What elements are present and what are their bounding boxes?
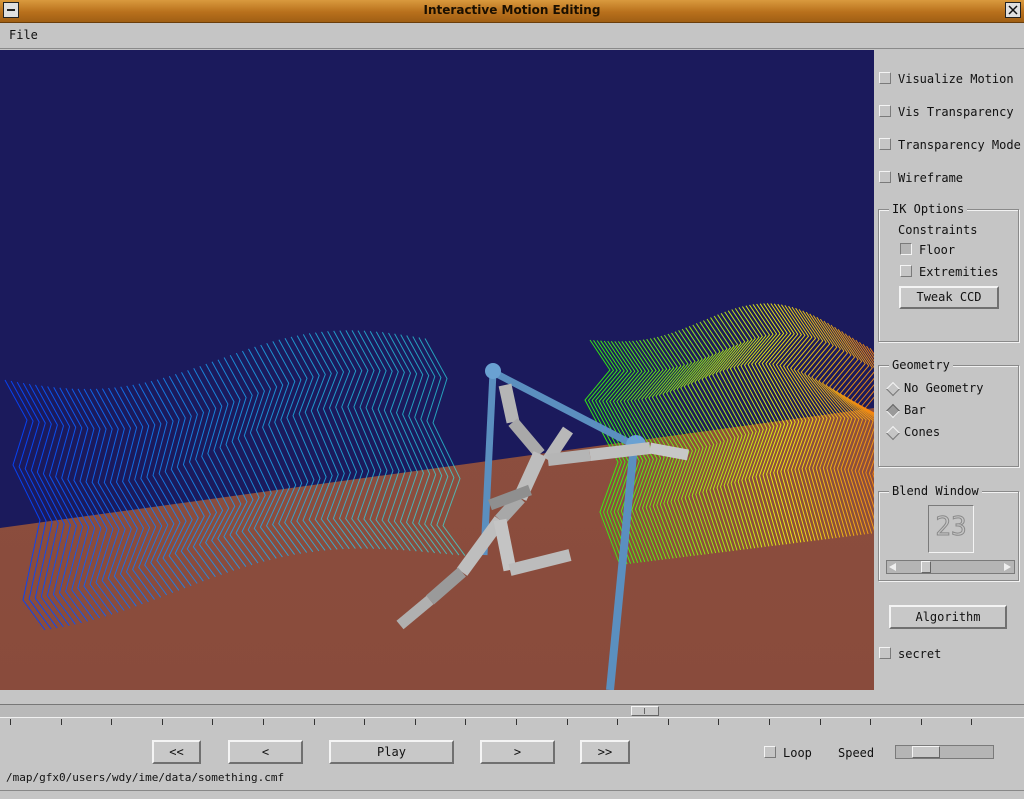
vis-transparency-checkbox[interactable]	[879, 105, 891, 117]
transparency-mode-checkbox[interactable]	[879, 138, 891, 150]
window-title: Interactive Motion Editing	[423, 3, 601, 17]
timeline-tick	[769, 719, 770, 725]
scene-canvas[interactable]	[0, 50, 874, 690]
timeline-tick	[10, 719, 11, 725]
timeline-tick	[314, 719, 315, 725]
fast-forward-button[interactable]: >>	[580, 740, 630, 764]
timeline-tick	[415, 719, 416, 725]
menu-bar: File	[0, 23, 1024, 49]
rewind-button[interactable]: <<	[152, 740, 201, 764]
tweak-ccd-button[interactable]: Tweak CCD	[899, 286, 999, 309]
timeline-tick	[364, 719, 365, 725]
cones-label[interactable]: Cones	[904, 425, 940, 439]
blend-window-slider[interactable]	[886, 560, 1015, 574]
timeline-tick	[61, 719, 62, 725]
wireframe-label[interactable]: Wireframe	[898, 171, 963, 185]
timeline-tick	[921, 719, 922, 725]
blend-window-display: 23	[928, 505, 974, 553]
secret-checkbox[interactable]	[879, 647, 891, 659]
prev-frame-button[interactable]: <	[228, 740, 303, 764]
geometry-title: Geometry	[889, 358, 953, 372]
visualize-motion-checkbox[interactable]	[879, 72, 891, 84]
bar-label[interactable]: Bar	[904, 403, 926, 417]
slider-left-arrow-icon[interactable]	[889, 563, 896, 571]
file-path-status: /map/gfx0/users/wdy/ime/data/something.c…	[6, 771, 285, 784]
blend-slider-thumb[interactable]	[921, 561, 931, 573]
floor-checkbox[interactable]	[900, 243, 912, 255]
extremities-checkbox[interactable]	[900, 265, 912, 277]
slider-right-arrow-icon[interactable]	[1004, 563, 1011, 571]
timeline-tick	[870, 719, 871, 725]
speed-slider-thumb[interactable]	[912, 746, 940, 758]
timeline-tick	[465, 719, 466, 725]
ik-options-title: IK Options	[889, 202, 968, 216]
timeline-tick	[516, 719, 517, 725]
transparency-mode-label[interactable]: Transparency Mode	[898, 138, 1021, 152]
3d-viewport[interactable]	[0, 50, 874, 690]
vis-transparency-label[interactable]: Vis Transparency	[898, 105, 1014, 119]
next-frame-button[interactable]: >	[480, 740, 555, 764]
algorithm-button[interactable]: Algorithm	[889, 605, 1007, 629]
close-icon[interactable]	[1005, 2, 1021, 18]
speed-slider[interactable]	[895, 745, 994, 759]
timeline-tick	[617, 719, 618, 725]
timeline-tick	[263, 719, 264, 725]
timeline-tick	[718, 719, 719, 725]
timeline-tick	[668, 719, 669, 725]
timeline-tick	[567, 719, 568, 725]
blend-window-value: 23	[935, 512, 967, 543]
loop-checkbox[interactable]	[764, 746, 776, 758]
timeline-thumb[interactable]	[631, 706, 659, 716]
timeline-tick	[820, 719, 821, 725]
timeline-tick	[111, 719, 112, 725]
blend-window-title: Blend Window	[889, 484, 982, 498]
speed-label: Speed	[838, 746, 875, 760]
visualize-motion-label[interactable]: Visualize Motion	[898, 72, 1014, 86]
menu-file[interactable]: File	[9, 28, 38, 42]
floor-label[interactable]: Floor	[919, 243, 955, 257]
extremities-label[interactable]: Extremities	[919, 265, 998, 279]
title-bar[interactable]: Interactive Motion Editing	[0, 0, 1024, 23]
secret-label[interactable]: secret	[898, 647, 941, 661]
timeline-tick	[971, 719, 972, 725]
no-geometry-label[interactable]: No Geometry	[904, 381, 983, 395]
timeline-tick	[212, 719, 213, 725]
loop-label[interactable]: Loop	[783, 746, 812, 760]
timeline-scrollbar[interactable]	[0, 704, 1024, 718]
wireframe-checkbox[interactable]	[879, 171, 891, 183]
play-button[interactable]: Play	[329, 740, 454, 764]
constraints-label: Constraints	[898, 223, 978, 237]
timeline-tick	[162, 719, 163, 725]
